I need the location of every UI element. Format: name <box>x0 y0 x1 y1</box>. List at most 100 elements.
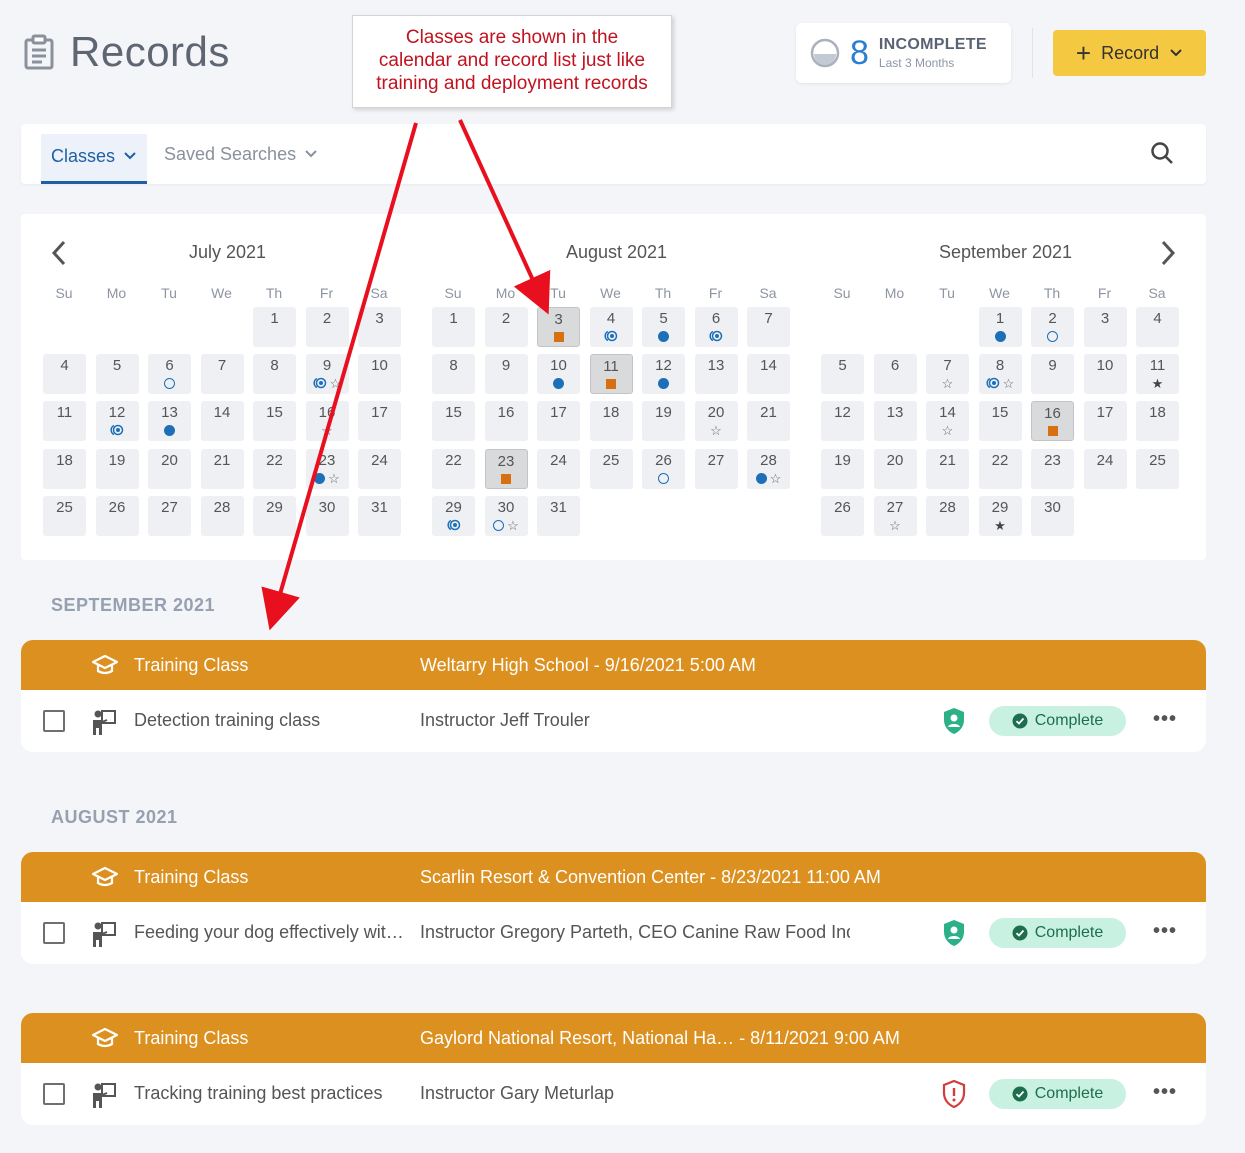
calendar-day[interactable]: 4 <box>1136 307 1179 347</box>
calendar-day[interactable]: 30 <box>1031 496 1074 536</box>
incomplete-summary[interactable]: 8 INCOMPLETE Last 3 Months <box>796 23 1011 83</box>
calendar-day[interactable]: 15 <box>253 401 296 441</box>
calendar-day[interactable]: 16 ☆ <box>305 401 349 441</box>
tab-classes[interactable]: Classes <box>41 134 148 184</box>
calendar-day[interactable]: 28 ☆ <box>747 449 790 489</box>
calendar-day[interactable]: 25 <box>43 496 86 536</box>
more-options-icon[interactable]: ••• <box>1153 921 1177 941</box>
calendar-day[interactable]: 8 <box>432 354 475 394</box>
search-icon[interactable] <box>1150 141 1176 167</box>
record-card[interactable]: Training Class Weltarry High School - 9/… <box>21 640 1206 752</box>
calendar-day[interactable]: 3 <box>358 307 401 347</box>
calendar-day[interactable]: 10 <box>1083 354 1127 394</box>
record-name[interactable]: Detection training class <box>134 710 404 731</box>
calendar-day[interactable]: 18 <box>1136 401 1179 441</box>
calendar-day[interactable]: 5 <box>821 354 864 394</box>
calendar-day[interactable]: 9 <box>1031 354 1074 394</box>
tab-saved-searches[interactable]: Saved Searches <box>164 134 318 174</box>
calendar-day[interactable]: 23 <box>1031 449 1074 489</box>
calendar-day[interactable]: 20 <box>148 449 191 489</box>
calendar-day[interactable]: 1 <box>978 307 1022 347</box>
calendar-day[interactable]: 7 ☆ <box>926 354 969 394</box>
calendar-day[interactable]: 11 <box>589 354 633 394</box>
calendar-day[interactable]: 18 <box>43 449 86 489</box>
calendar-day[interactable]: 1 <box>432 307 475 347</box>
calendar-day[interactable]: 12 <box>821 401 864 441</box>
calendar-day[interactable]: 27 <box>694 449 738 489</box>
calendar-day[interactable]: 22 <box>253 449 296 489</box>
calendar-day[interactable]: 21 <box>200 449 244 489</box>
calendar-day[interactable]: 7 <box>200 354 244 394</box>
calendar-day[interactable]: 17 <box>537 401 580 441</box>
calendar-day[interactable]: 11 ★ <box>1136 354 1179 394</box>
calendar-day[interactable]: 11 <box>43 401 86 441</box>
calendar-day[interactable]: 13 <box>694 354 738 394</box>
calendar-day[interactable]: 19 <box>821 449 864 489</box>
calendar-day[interactable]: 8 ☆ <box>978 354 1022 394</box>
calendar-day[interactable]: 4 <box>589 307 633 347</box>
record-checkbox[interactable] <box>43 710 65 732</box>
record-card[interactable]: Training Class Scarlin Resort & Conventi… <box>21 852 1206 964</box>
calendar-day[interactable]: 29 ★ <box>978 496 1022 536</box>
calendar-day[interactable]: 25 <box>589 449 633 489</box>
calendar-day[interactable]: 2 <box>484 307 528 347</box>
calendar-day[interactable]: 23 ☆ <box>305 449 349 489</box>
calendar-day[interactable]: 24 <box>1083 449 1127 489</box>
calendar-day[interactable]: 19 <box>95 449 139 489</box>
calendar-day[interactable]: 17 <box>358 401 401 441</box>
calendar-day[interactable]: 30 <box>305 496 349 536</box>
calendar-day[interactable]: 28 <box>926 496 969 536</box>
calendar-day[interactable]: 27 <box>148 496 191 536</box>
calendar-day[interactable]: 9 <box>484 354 528 394</box>
record-checkbox[interactable] <box>43 922 65 944</box>
calendar-day[interactable]: 31 <box>537 496 580 536</box>
calendar-day[interactable]: 21 <box>747 401 790 441</box>
more-options-icon[interactable]: ••• <box>1153 1082 1177 1102</box>
calendar-day[interactable]: 8 <box>253 354 296 394</box>
record-name[interactable]: Tracking training best practices <box>134 1083 404 1104</box>
calendar-day[interactable]: 30 ☆ <box>484 496 528 536</box>
calendar-day[interactable]: 19 <box>642 401 685 441</box>
calendar-day[interactable]: 31 <box>358 496 401 536</box>
calendar-day[interactable]: 6 <box>873 354 917 394</box>
calendar-day[interactable]: 4 <box>43 354 86 394</box>
calendar-day[interactable]: 6 <box>148 354 191 394</box>
calendar-day[interactable]: 29 <box>432 496 475 536</box>
calendar-day[interactable]: 13 <box>873 401 917 441</box>
calendar-day[interactable]: 16 <box>484 401 528 441</box>
calendar-day[interactable]: 15 <box>978 401 1022 441</box>
calendar-day[interactable]: 20 ☆ <box>694 401 738 441</box>
calendar-day[interactable]: 9 ☆ <box>305 354 349 394</box>
calendar-day[interactable]: 28 <box>200 496 244 536</box>
calendar-day[interactable]: 22 <box>432 449 475 489</box>
calendar-day[interactable]: 21 <box>926 449 969 489</box>
calendar-day[interactable]: 16 <box>1031 401 1074 441</box>
record-name[interactable]: Feeding your dog effectively wit… <box>134 922 404 943</box>
record-checkbox[interactable] <box>43 1083 65 1105</box>
calendar-day[interactable]: 23 <box>484 449 528 489</box>
calendar-day[interactable]: 5 <box>95 354 139 394</box>
calendar-day[interactable]: 2 <box>305 307 349 347</box>
calendar-day[interactable]: 6 <box>694 307 738 347</box>
calendar-day[interactable]: 3 <box>1083 307 1127 347</box>
calendar-day[interactable]: 17 <box>1083 401 1127 441</box>
calendar-day[interactable]: 14 <box>747 354 790 394</box>
calendar-day[interactable]: 12 <box>95 401 139 441</box>
calendar-day[interactable]: 26 <box>821 496 864 536</box>
calendar-day[interactable]: 27 ☆ <box>873 496 917 536</box>
calendar-day[interactable]: 29 <box>253 496 296 536</box>
calendar-day[interactable]: 15 <box>432 401 475 441</box>
calendar-day[interactable]: 18 <box>589 401 633 441</box>
calendar-day[interactable]: 13 <box>148 401 191 441</box>
calendar-day[interactable]: 14 <box>200 401 244 441</box>
calendar-day[interactable]: 22 <box>978 449 1022 489</box>
calendar-day[interactable]: 1 <box>253 307 296 347</box>
calendar-day[interactable]: 12 <box>642 354 685 394</box>
calendar-day[interactable]: 20 <box>873 449 917 489</box>
calendar-day[interactable]: 5 <box>642 307 685 347</box>
calendar-day[interactable]: 2 <box>1031 307 1074 347</box>
more-options-icon[interactable]: ••• <box>1153 709 1177 729</box>
calendar-day[interactable]: 24 <box>358 449 401 489</box>
calendar-day[interactable]: 10 <box>358 354 401 394</box>
calendar-day[interactable]: 26 <box>642 449 685 489</box>
